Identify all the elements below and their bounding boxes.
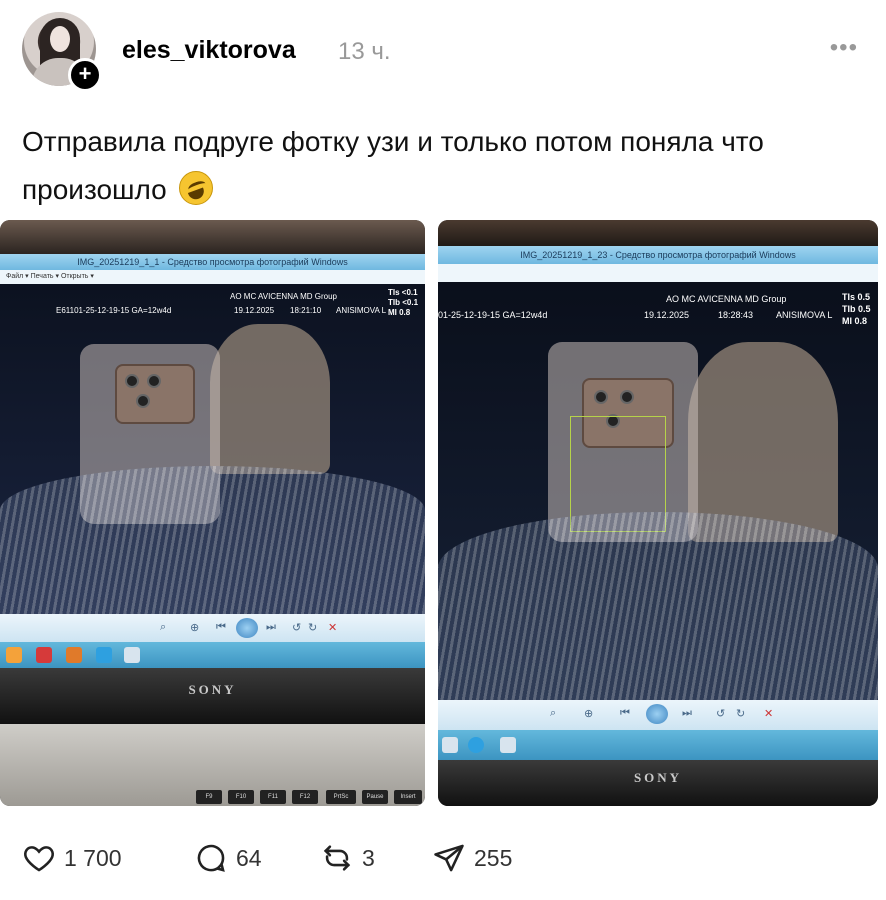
repost-button[interactable]: 3 xyxy=(320,838,375,878)
clinic-name: AO MC AVICENNA MD Group xyxy=(666,294,787,304)
ultrasound-noise xyxy=(438,511,878,700)
next-icon[interactable]: ⏭ xyxy=(682,707,692,720)
send-paper-plane-icon xyxy=(434,844,464,872)
comment-button[interactable]: 64 xyxy=(194,838,262,878)
scan-date: 19.12.2025 xyxy=(234,306,275,315)
rotate-left-icon[interactable]: ↺ xyxy=(716,707,725,720)
scan-date: 19.12.2025 xyxy=(644,310,690,320)
likes-count: 1 700 xyxy=(64,844,122,871)
key-f11: F11 xyxy=(260,790,286,804)
taskbar-app-icon[interactable] xyxy=(66,647,82,663)
post-text-body: Отправила подруге фотку узи и только пот… xyxy=(22,126,764,205)
reflection-phone xyxy=(115,364,195,424)
rotate-right-icon[interactable]: ↻ xyxy=(308,621,317,634)
phone-lens xyxy=(620,390,634,404)
sony-logo: SONY xyxy=(188,682,237,697)
monitor-top-bezel xyxy=(438,220,878,246)
post-header: + eles_viktorova 13 ч. ••• xyxy=(22,12,864,92)
key-insert: Insert xyxy=(394,790,422,804)
comment-bubble-icon xyxy=(197,844,225,872)
viewer-title-bar: IMG_20251219_1_23 - Средство просмотра ф… xyxy=(438,246,878,264)
windows-taskbar xyxy=(438,730,878,760)
sony-logo: SONY xyxy=(633,770,683,785)
heart-icon xyxy=(24,846,54,872)
share-button[interactable]: 255 xyxy=(432,838,512,878)
patient-id-line: E61101-25-12-19-15 GA=12w4d xyxy=(56,306,172,315)
phone-lens xyxy=(594,390,608,404)
phone-lens xyxy=(136,394,150,408)
tib-value: TIb 0.5 xyxy=(842,304,871,314)
delete-icon[interactable]: ✕ xyxy=(764,707,773,720)
viewer-menu-bar xyxy=(438,264,878,282)
mi-value: MI 0.8 xyxy=(388,308,411,317)
key-pause: Pause Break xyxy=(362,790,388,804)
key-f10: F10 xyxy=(228,790,254,804)
operator-name: ANISIMOVA L xyxy=(336,306,387,315)
slideshow-button[interactable] xyxy=(236,618,258,638)
clinic-name: AO MC AVICENNA MD Group xyxy=(230,292,337,301)
tis-value: TIs 0.5 xyxy=(842,292,871,302)
next-icon[interactable]: ⏭ xyxy=(266,621,276,634)
shares-count: 255 xyxy=(474,844,513,871)
tib-value: TIb <0.1 xyxy=(388,298,419,307)
key-f12: F12 xyxy=(292,790,318,804)
post-text: Отправила подруге фотку узи и только пот… xyxy=(22,118,872,214)
ultrasound-image: AO MC AVICENNA MD Group 01-25-12-19-15 G… xyxy=(438,282,878,700)
tis-value: TIs <0.1 xyxy=(388,288,418,297)
avatar-face xyxy=(50,26,70,52)
more-options-icon[interactable]: ••• xyxy=(830,34,858,62)
viewer-title-bar: IMG_20251219_1_1 - Средство просмотра фо… xyxy=(0,254,425,270)
laptop-bezel: SONY xyxy=(0,668,425,724)
reflection-man xyxy=(210,324,330,474)
laptop-bezel: SONY xyxy=(438,760,878,806)
taskbar-app-icon[interactable] xyxy=(6,647,22,663)
username[interactable]: eles_viktorova xyxy=(122,36,296,65)
fit-icon[interactable]: ⊕ xyxy=(190,621,199,634)
skype-icon[interactable] xyxy=(96,647,112,663)
post-actions: 1 700 64 3 255 xyxy=(22,838,622,878)
phone-lens xyxy=(125,374,139,388)
laptop-keyboard: F9 F10 F11 F12 PrtSc SysRq Pause Break I… xyxy=(0,724,425,806)
rotate-right-icon[interactable]: ↻ xyxy=(736,707,745,720)
windows-taskbar xyxy=(0,642,425,668)
viewer-menu-bar: Файл ▾ Печать ▾ Открыть ▾ xyxy=(0,270,425,284)
reposts-count: 3 xyxy=(362,844,375,871)
operator-name: ANISIMOVA L xyxy=(776,310,833,320)
ultrasound-image: AO MC AVICENNA MD Group E61101-25-12-19-… xyxy=(0,284,425,614)
zoom-icon[interactable]: ⌕ xyxy=(550,707,556,720)
phone-lens xyxy=(147,374,161,388)
previous-icon[interactable]: ⏮ xyxy=(216,621,226,634)
monitor-top-bezel xyxy=(0,220,425,254)
previous-icon[interactable]: ⏮ xyxy=(620,707,630,720)
fit-icon[interactable]: ⊕ xyxy=(584,707,593,720)
viewer-controls: ⌕ ⊕ ⏮ ⏭ ↺ ↻ ✕ xyxy=(438,700,878,730)
skype-icon[interactable] xyxy=(468,737,484,753)
rotate-left-icon[interactable]: ↺ xyxy=(292,621,301,634)
comments-count: 64 xyxy=(236,844,262,871)
scan-time: 18:21:10 xyxy=(290,306,322,315)
taskbar-app-icon[interactable] xyxy=(124,647,140,663)
taskbar-app-icon[interactable] xyxy=(442,737,458,753)
attached-photo-2[interactable]: IMG_20251219_1_23 - Средство просмотра ф… xyxy=(438,220,878,806)
ultrasound-noise xyxy=(0,465,425,614)
reflection-man xyxy=(688,342,838,542)
mi-value: MI 0.8 xyxy=(842,316,868,326)
delete-icon[interactable]: ✕ xyxy=(328,621,337,634)
key-prtsc: PrtSc SysRq xyxy=(326,790,356,804)
zoom-icon[interactable]: ⌕ xyxy=(160,621,166,634)
like-button[interactable]: 1 700 xyxy=(22,838,122,878)
taskbar-app-icon[interactable] xyxy=(36,647,52,663)
follow-plus-icon[interactable]: + xyxy=(68,58,102,92)
viewer-controls: ⌕ ⊕ ⏮ ⏭ ↺ ↻ ✕ xyxy=(0,614,425,642)
patient-id-line: 01-25-12-19-15 GA=12w4d xyxy=(438,310,548,320)
slideshow-button[interactable] xyxy=(646,704,668,724)
post-time: 13 ч. xyxy=(338,38,391,65)
taskbar-app-icon[interactable] xyxy=(500,737,516,753)
scan-time: 18:28:43 xyxy=(718,310,754,320)
rolling-laughing-emoji-icon xyxy=(178,171,213,205)
attached-photo-1[interactable]: IMG_20251219_1_1 - Средство просмотра фо… xyxy=(0,220,425,806)
repost-arrows-icon xyxy=(323,845,351,871)
key-f9: F9 xyxy=(196,790,222,804)
